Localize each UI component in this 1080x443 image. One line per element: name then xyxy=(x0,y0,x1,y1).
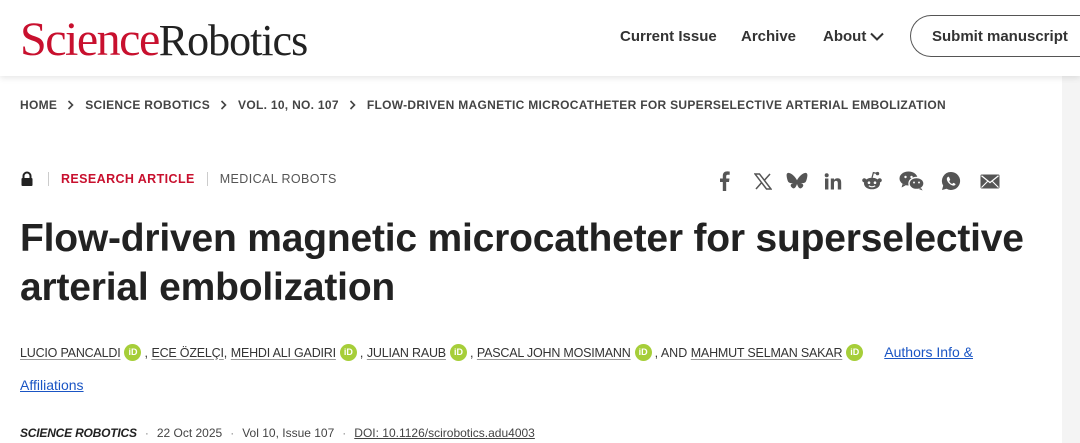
orcid-icon[interactable]: iD xyxy=(449,344,467,362)
x-icon[interactable] xyxy=(752,168,774,194)
author-link[interactable]: MAHMUT SELMAN SAKAR xyxy=(691,346,843,360)
article-type-label: RESEARCH ARTICLE xyxy=(61,172,195,186)
separator: , xyxy=(144,346,148,360)
orcid-icon[interactable]: iD xyxy=(634,344,652,362)
affiliations-link[interactable]: Affiliations xyxy=(20,377,84,393)
article-title-line2: arterial embolization xyxy=(20,266,396,309)
breadcrumb: HOME SCIENCE ROBOTICS VOL. 10, NO. 107 F… xyxy=(20,98,946,112)
separator: , xyxy=(223,346,228,360)
lock-icon xyxy=(21,171,33,186)
subject-label[interactable]: MEDICAL ROBOTS xyxy=(220,172,337,186)
chevron-down-icon xyxy=(870,32,885,41)
reddit-icon[interactable] xyxy=(860,168,884,194)
journal-name: SCIENCE ROBOTICS xyxy=(20,426,137,440)
volume-issue[interactable]: Vol 10, Issue 107 xyxy=(242,426,334,440)
linkedin-icon[interactable] xyxy=(822,168,844,194)
author-link[interactable]: PASCAL JOHN MOSIMANN xyxy=(477,346,631,360)
bluesky-icon[interactable] xyxy=(785,168,809,194)
orcid-icon[interactable]: iD xyxy=(124,344,142,362)
submit-manuscript-button[interactable]: Submit manuscript xyxy=(910,15,1080,57)
divider xyxy=(206,172,208,186)
logo-science-text: Science xyxy=(20,13,160,66)
science-robotics-logo[interactable]: ScienceRobotics xyxy=(20,12,308,67)
separator: , xyxy=(359,346,364,360)
separator-dot: · xyxy=(230,426,235,440)
breadcrumb-home[interactable]: HOME xyxy=(20,98,57,112)
authors-info-link[interactable]: Authors Info & xyxy=(884,344,973,360)
nav-about[interactable]: About xyxy=(823,28,885,45)
breadcrumb-current-article: FLOW-DRIVEN MAGNETIC MICROCATHETER FOR S… xyxy=(366,98,946,112)
doi-link[interactable]: DOI: 10.1126/scirobotics.adu4003 xyxy=(354,426,535,440)
author-link[interactable]: JULIAN RAUB xyxy=(367,346,446,360)
author-link[interactable]: LUCIO PANCALDI xyxy=(20,346,121,360)
separator-and: , AND xyxy=(654,346,688,360)
article-meta: RESEARCH ARTICLE MEDICAL ROBOTS xyxy=(20,171,337,187)
breadcrumb-volume[interactable]: VOL. 10, NO. 107 xyxy=(238,98,339,112)
article-title: Flow-driven magnetic microcatheter for s… xyxy=(20,214,1040,312)
whatsapp-icon[interactable] xyxy=(940,168,962,194)
citation-line: SCIENCE ROBOTICS · 22 Oct 2025 · Vol 10, Iss… xyxy=(20,426,535,440)
logo-robotics-text: Robotics xyxy=(158,16,308,65)
separator-dot: · xyxy=(342,426,347,440)
author-link[interactable]: MEHDI ALI GADIRI xyxy=(231,346,336,360)
wechat-icon[interactable] xyxy=(898,168,926,194)
author-link[interactable]: ECE ÖZELÇI xyxy=(151,346,224,360)
orcid-icon[interactable]: iD xyxy=(339,344,357,362)
facebook-icon[interactable] xyxy=(714,168,734,194)
separator: , xyxy=(469,346,474,360)
nav-archive[interactable]: Archive xyxy=(741,28,796,45)
chevron-right-icon xyxy=(67,99,74,113)
breadcrumb-science-robotics[interactable]: SCIENCE ROBOTICS xyxy=(85,98,210,112)
email-icon[interactable] xyxy=(978,168,1002,194)
separator-dot: · xyxy=(144,426,149,440)
nav-current-issue[interactable]: Current Issue xyxy=(620,28,717,45)
chevron-right-icon xyxy=(349,99,356,113)
orcid-icon[interactable]: iD xyxy=(846,344,864,362)
publication-date: 22 Oct 2025 xyxy=(156,426,223,440)
site-header: ScienceRobotics Current Issue Archive Ab… xyxy=(0,0,1080,76)
nav-about-label: About xyxy=(823,28,867,45)
author-list: LUCIO PANCALDI iD, ECE ÖZELÇI, MEHDI ALI … xyxy=(20,336,1020,402)
divider xyxy=(48,172,49,186)
chevron-right-icon xyxy=(220,99,227,113)
article-title-line1: Flow-driven magnetic microcatheter for s… xyxy=(20,217,1024,260)
scrollbar-track[interactable] xyxy=(1062,76,1080,443)
